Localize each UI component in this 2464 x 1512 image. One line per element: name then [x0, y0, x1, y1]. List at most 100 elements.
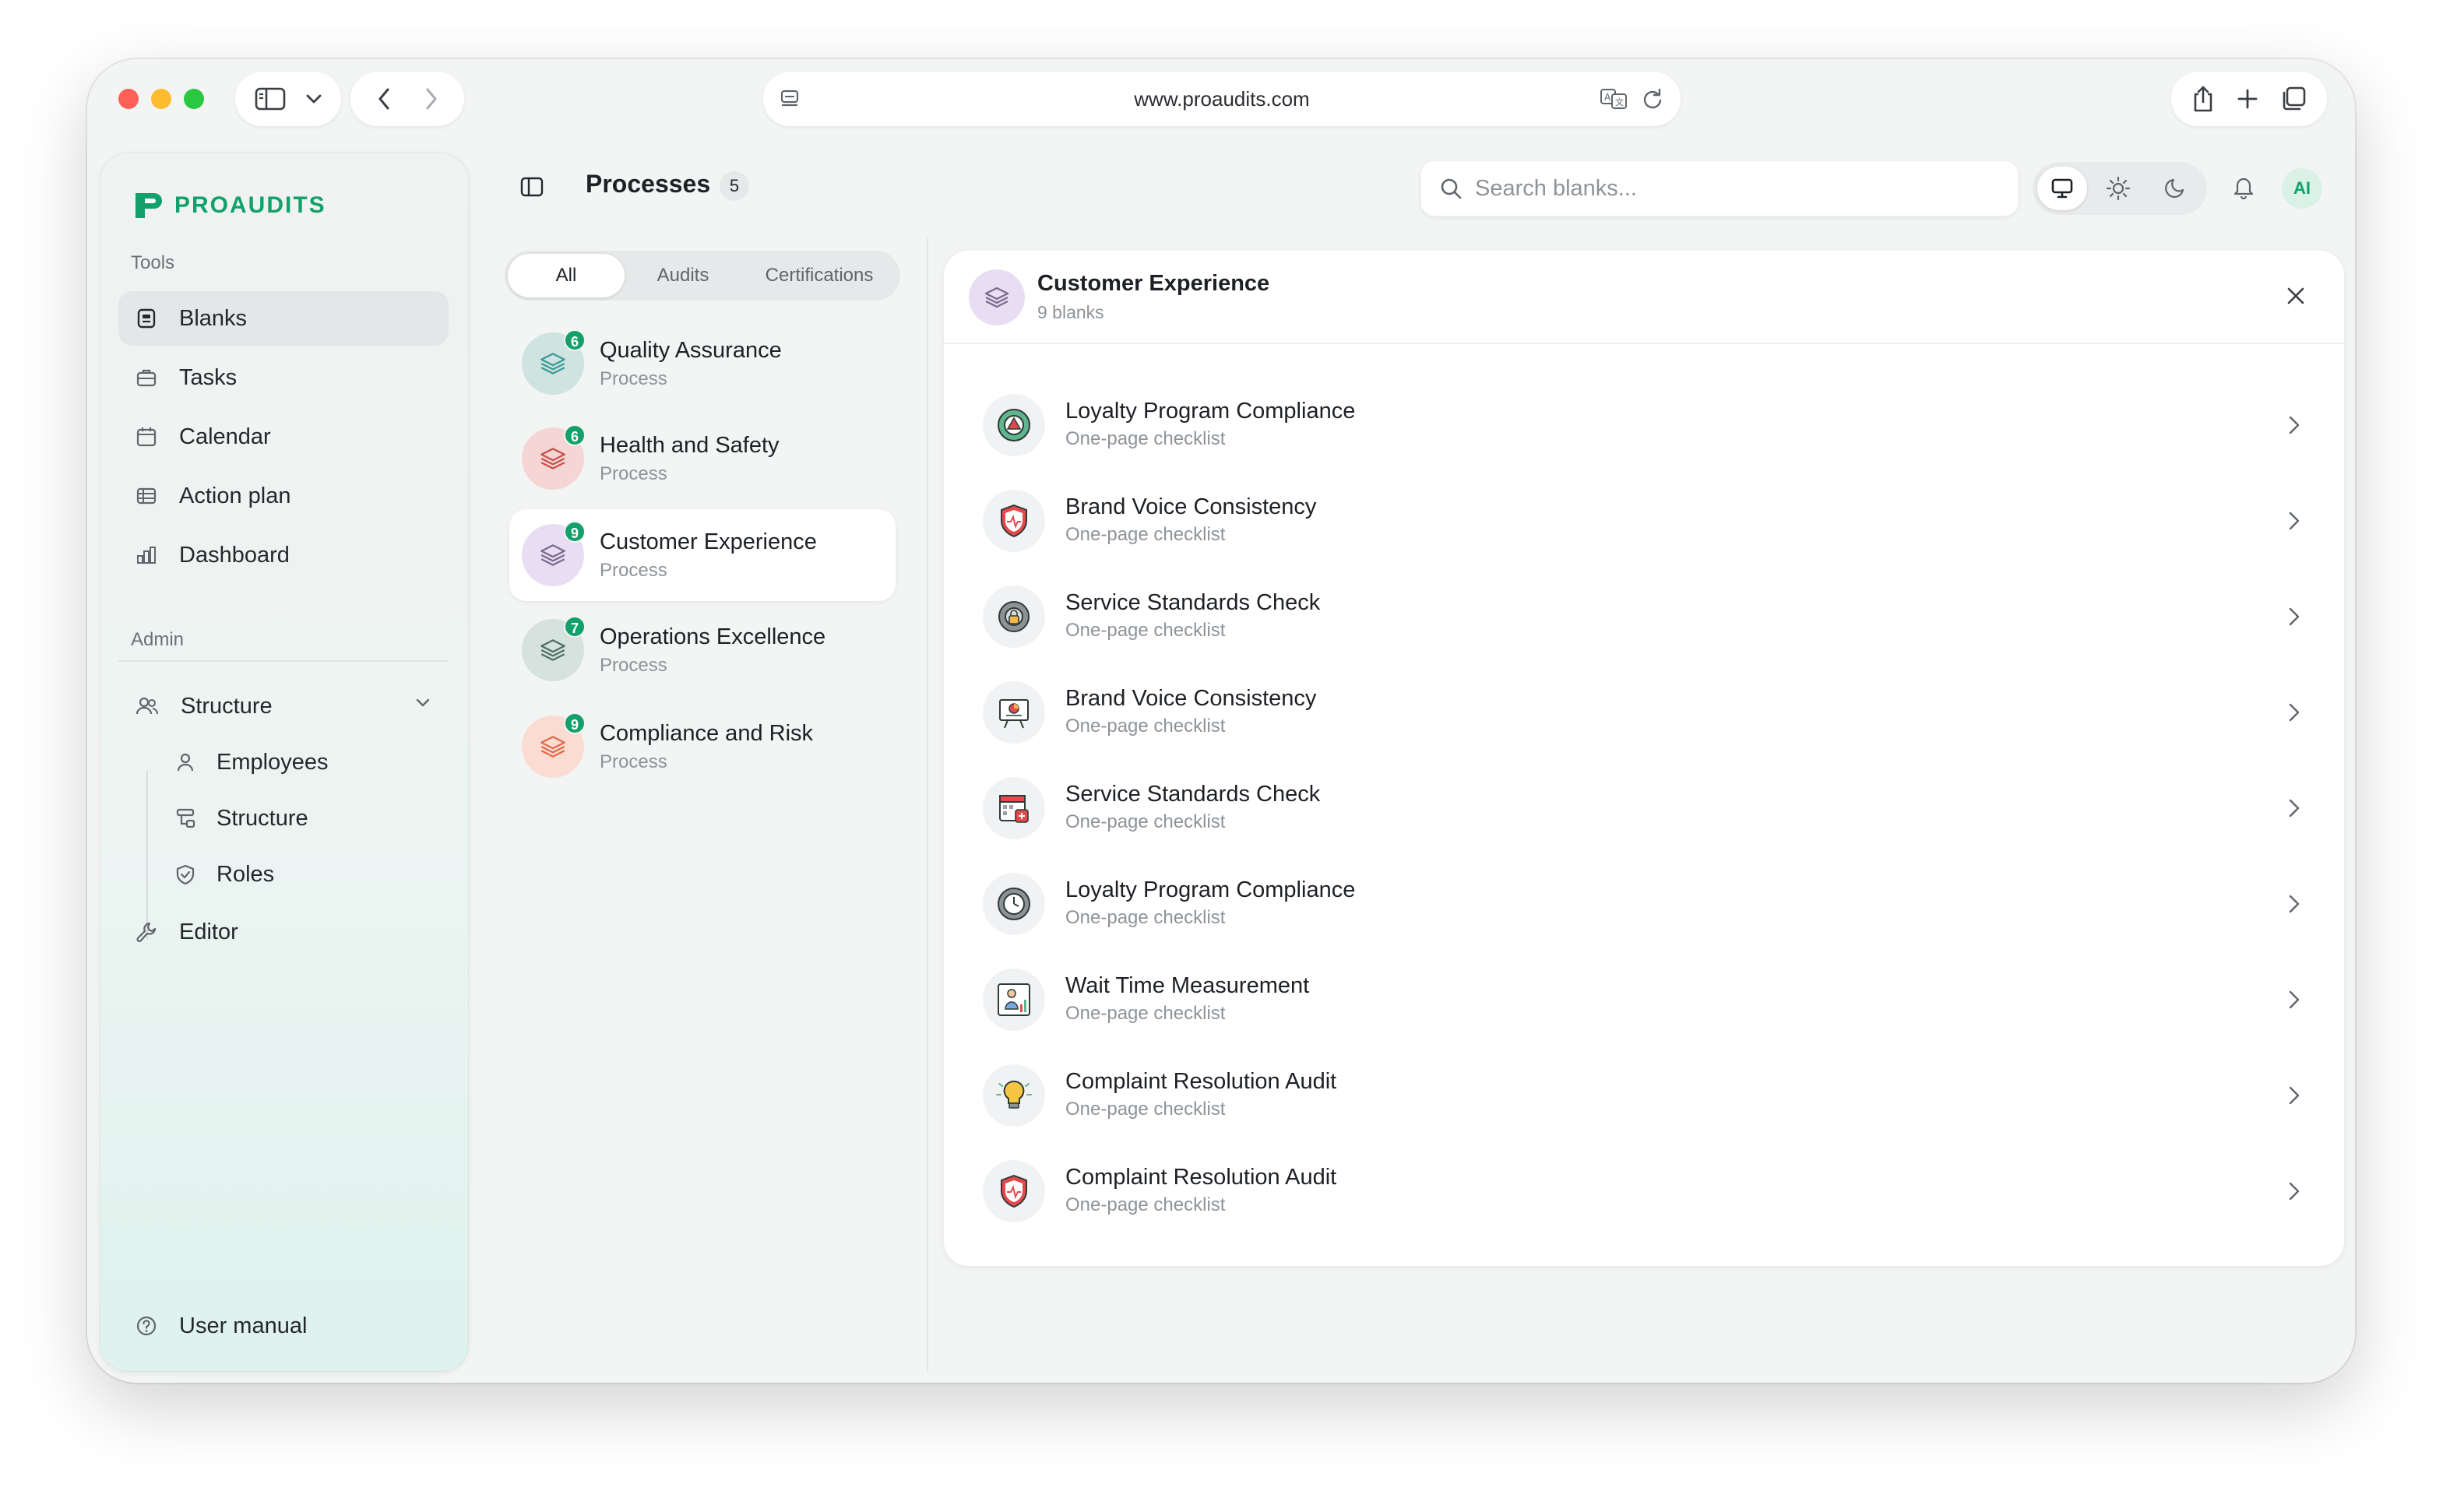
process-item[interactable]: 6 Health and Safety Process [509, 413, 896, 505]
panel-toggle-icon[interactable] [520, 176, 544, 198]
close-window-button[interactable] [118, 89, 139, 109]
blank-row[interactable]: Wait Time Measurement One-page checklist [944, 951, 2344, 1048]
sidebar-item-action-plan[interactable]: Action plan [118, 469, 449, 523]
theme-system-button[interactable] [2037, 167, 2087, 210]
user-icon [174, 751, 196, 773]
sidebar-item-label: User manual [179, 1313, 308, 1338]
blanks-icon [136, 308, 157, 329]
column-divider [927, 238, 928, 1372]
sidebar-item-tasks[interactable]: Tasks [118, 350, 449, 405]
process-title: Quality Assurance [600, 337, 782, 363]
blank-row[interactable]: Loyalty Program Compliance One-page check… [944, 377, 2344, 473]
sidebar-item-dashboard[interactable]: Dashboard [118, 528, 449, 582]
gear-clock-icon [983, 873, 1045, 935]
chevron-right-icon[interactable] [2288, 510, 2300, 532]
calendar-plus-icon [983, 777, 1045, 839]
page-settings-icon[interactable] [779, 88, 801, 110]
sidebar-item-calendar[interactable]: Calendar [118, 410, 449, 464]
logo-text: PROAUDITS [174, 192, 326, 218]
browser-toolbar: www.proaudits.com A文 [87, 59, 2355, 160]
search-input[interactable] [1475, 175, 2005, 202]
sidebar-item-user-manual[interactable]: User manual [118, 1299, 449, 1353]
briefcase-icon [136, 367, 157, 389]
new-tab-icon[interactable] [2236, 87, 2259, 111]
blank-row[interactable]: Service Standards Check One-page checklis… [944, 568, 2344, 665]
blank-row[interactable]: Service Standards Check One-page checklis… [944, 760, 2344, 856]
sidebar-item-employees[interactable]: Employees [143, 738, 439, 786]
forward-icon[interactable] [424, 87, 438, 111]
blank-subtitle: One-page checklist [1065, 907, 1226, 928]
sidebar-item-structure[interactable]: Structure [143, 794, 439, 842]
translate-icon[interactable]: A文 [1600, 87, 1628, 111]
blank-row[interactable]: Brand Voice Consistency One-page checklis… [944, 664, 2344, 761]
shield-heart-icon [983, 490, 1045, 552]
chevron-right-icon[interactable] [2288, 606, 2300, 628]
sidebar-toggle-icon[interactable] [255, 86, 286, 111]
process-item[interactable]: 9 Customer Experience Process [509, 509, 896, 601]
chevron-right-icon[interactable] [2288, 893, 2300, 915]
hierarchy-icon [174, 807, 196, 829]
process-subtitle: Process [600, 654, 667, 676]
avatar[interactable]: AI [2282, 168, 2322, 209]
lightbulb-icon [983, 1064, 1045, 1127]
blank-subtitle: One-page checklist [1065, 524, 1226, 545]
theme-light-button[interactable] [2093, 167, 2143, 210]
blank-row[interactable]: Complaint Resolution Audit One-page check… [944, 1143, 2344, 1239]
sidebar-item-label: Employees [216, 749, 329, 775]
blank-title: Loyalty Program Compliance [1065, 399, 1356, 424]
minimize-window-button[interactable] [151, 89, 171, 109]
blank-row[interactable]: Brand Voice Consistency One-page checklis… [944, 473, 2344, 569]
gear-lock-icon [983, 585, 1045, 648]
chevron-right-icon[interactable] [2288, 701, 2300, 723]
process-subtitle: Process [600, 559, 667, 581]
tab-overview-icon[interactable] [2280, 86, 2307, 112]
process-text: Customer Experience Process [600, 529, 817, 582]
sidebar-item-label: Structure [216, 805, 308, 831]
url-text: www.proaudits.com [1134, 86, 1310, 111]
chevron-right-icon[interactable] [2288, 1180, 2300, 1202]
blank-subtitle: One-page checklist [1065, 1099, 1226, 1120]
process-title: Health and Safety [600, 432, 780, 458]
chevron-right-icon[interactable] [2288, 989, 2300, 1011]
detail-header: Customer Experience 9 blanks [944, 251, 2344, 344]
chevron-down-icon[interactable] [305, 93, 322, 104]
layers-icon [969, 269, 1025, 325]
blank-row[interactable]: Loyalty Program Compliance One-page check… [944, 856, 2344, 952]
reload-icon[interactable] [1642, 87, 1663, 111]
sidebar-item-structure-group[interactable]: Structure [118, 679, 449, 733]
process-title: Customer Experience [600, 529, 817, 554]
share-icon[interactable] [2191, 85, 2215, 113]
chevron-down-icon[interactable] [414, 698, 431, 709]
blank-count-badge: 6 [564, 424, 586, 446]
process-item[interactable]: 9 Compliance and Risk Process [509, 701, 896, 793]
close-icon[interactable] [2285, 285, 2307, 307]
back-icon[interactable] [377, 87, 391, 111]
sidebar-item-blanks[interactable]: Blanks [118, 291, 449, 346]
tab-all[interactable]: All [508, 254, 625, 297]
process-subtitle: Process [600, 751, 667, 772]
theme-dark-button[interactable] [2149, 167, 2199, 210]
chevron-right-icon[interactable] [2288, 414, 2300, 436]
sidebar-item-label: Structure [181, 693, 273, 719]
sidebar-item-roles[interactable]: Roles [143, 850, 439, 898]
address-bar[interactable]: www.proaudits.com A文 [763, 72, 1681, 126]
blank-count-badge: 9 [564, 712, 586, 734]
window-actions-group [2171, 72, 2327, 126]
blank-subtitle: One-page checklist [1065, 1194, 1226, 1215]
process-item[interactable]: 7 Operations Excellence Process [509, 604, 896, 696]
brand-logo[interactable]: PROAUDITS [131, 192, 326, 220]
tab-certifications[interactable]: Certifications [741, 254, 897, 297]
tab-audits[interactable]: Audits [625, 254, 741, 297]
blank-row[interactable]: Complaint Resolution Audit One-page check… [944, 1047, 2344, 1144]
page-title: Processes [586, 170, 711, 198]
chevron-right-icon[interactable] [2288, 1085, 2300, 1106]
process-subtitle: Process [600, 367, 667, 389]
maximize-window-button[interactable] [184, 89, 204, 109]
moon-icon [2163, 177, 2186, 200]
chevron-right-icon[interactable] [2288, 797, 2300, 819]
svg-text:A: A [1604, 92, 1611, 103]
process-item[interactable]: 6 Quality Assurance Process [509, 318, 896, 410]
bell-icon[interactable] [2232, 174, 2255, 199]
sun-icon [2106, 176, 2131, 201]
sidebar-item-editor[interactable]: Editor [118, 905, 449, 959]
